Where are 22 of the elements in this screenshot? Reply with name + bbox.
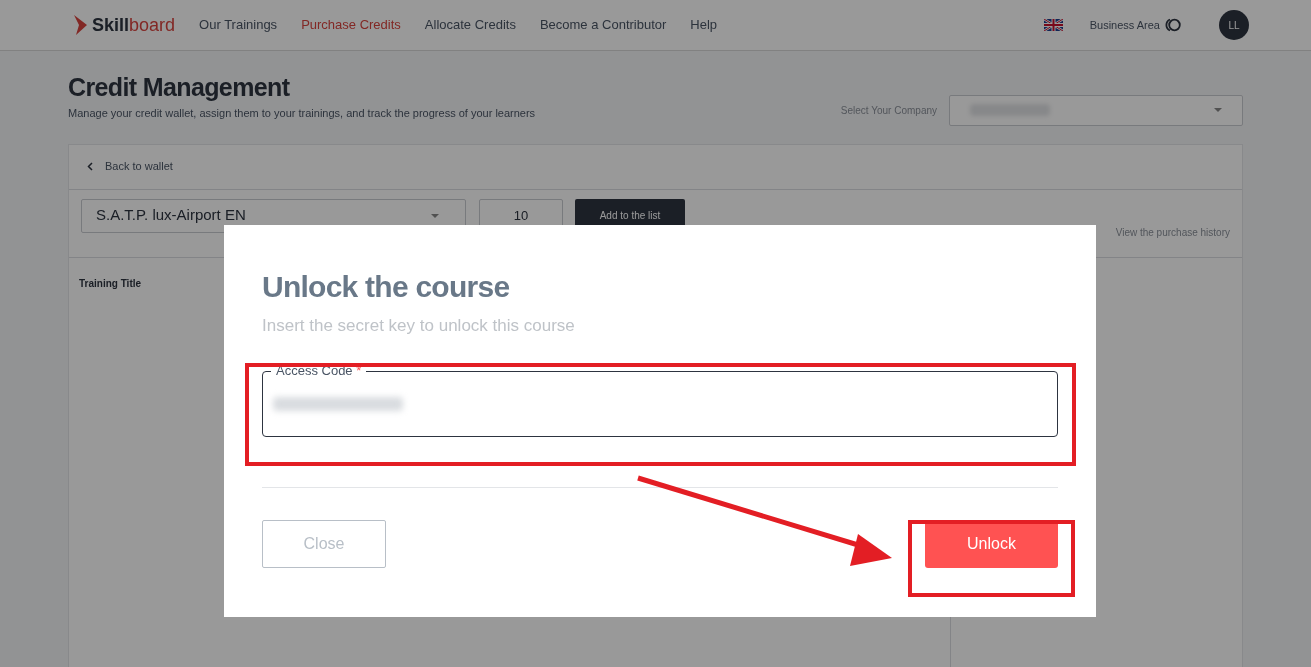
column-header: Training Title [79, 277, 142, 289]
dialog-subtitle: Insert the secret key to unlock this course [262, 315, 576, 337]
nav-link[interactable]: Help [690, 15, 718, 35]
back-link[interactable]: Back to wallet [105, 158, 173, 175]
caret-icon [431, 213, 439, 218]
nav-link[interactable]: Become a Contributor [539, 15, 667, 35]
nav-link[interactable]: Our Trainings [199, 15, 278, 35]
business-area-link[interactable]: Business Area [1089, 16, 1160, 34]
logo[interactable]: Skillboard [92, 11, 176, 39]
company-label: Select Your Company [840, 103, 937, 118]
dialog-title: Unlock the course [262, 269, 511, 305]
uk-flag-icon[interactable] [1043, 19, 1063, 31]
toggle-icon[interactable] [1164, 18, 1182, 32]
back-icon[interactable] [87, 162, 93, 171]
page-title: Credit Management [68, 72, 291, 103]
logo-icon [72, 14, 88, 36]
nav-link[interactable]: Purchase Credits [301, 15, 401, 35]
nav-link[interactable]: Allocate Credits [424, 15, 516, 35]
page-subtitle: Manage your credit wallet, assign them to your trainings, and track the progress of your learners [68, 106, 536, 121]
caret-icon [1214, 108, 1222, 112]
user-avatar[interactable]: LL [1219, 10, 1249, 40]
purchase-history-link[interactable]: View the purchase history [1115, 224, 1230, 240]
